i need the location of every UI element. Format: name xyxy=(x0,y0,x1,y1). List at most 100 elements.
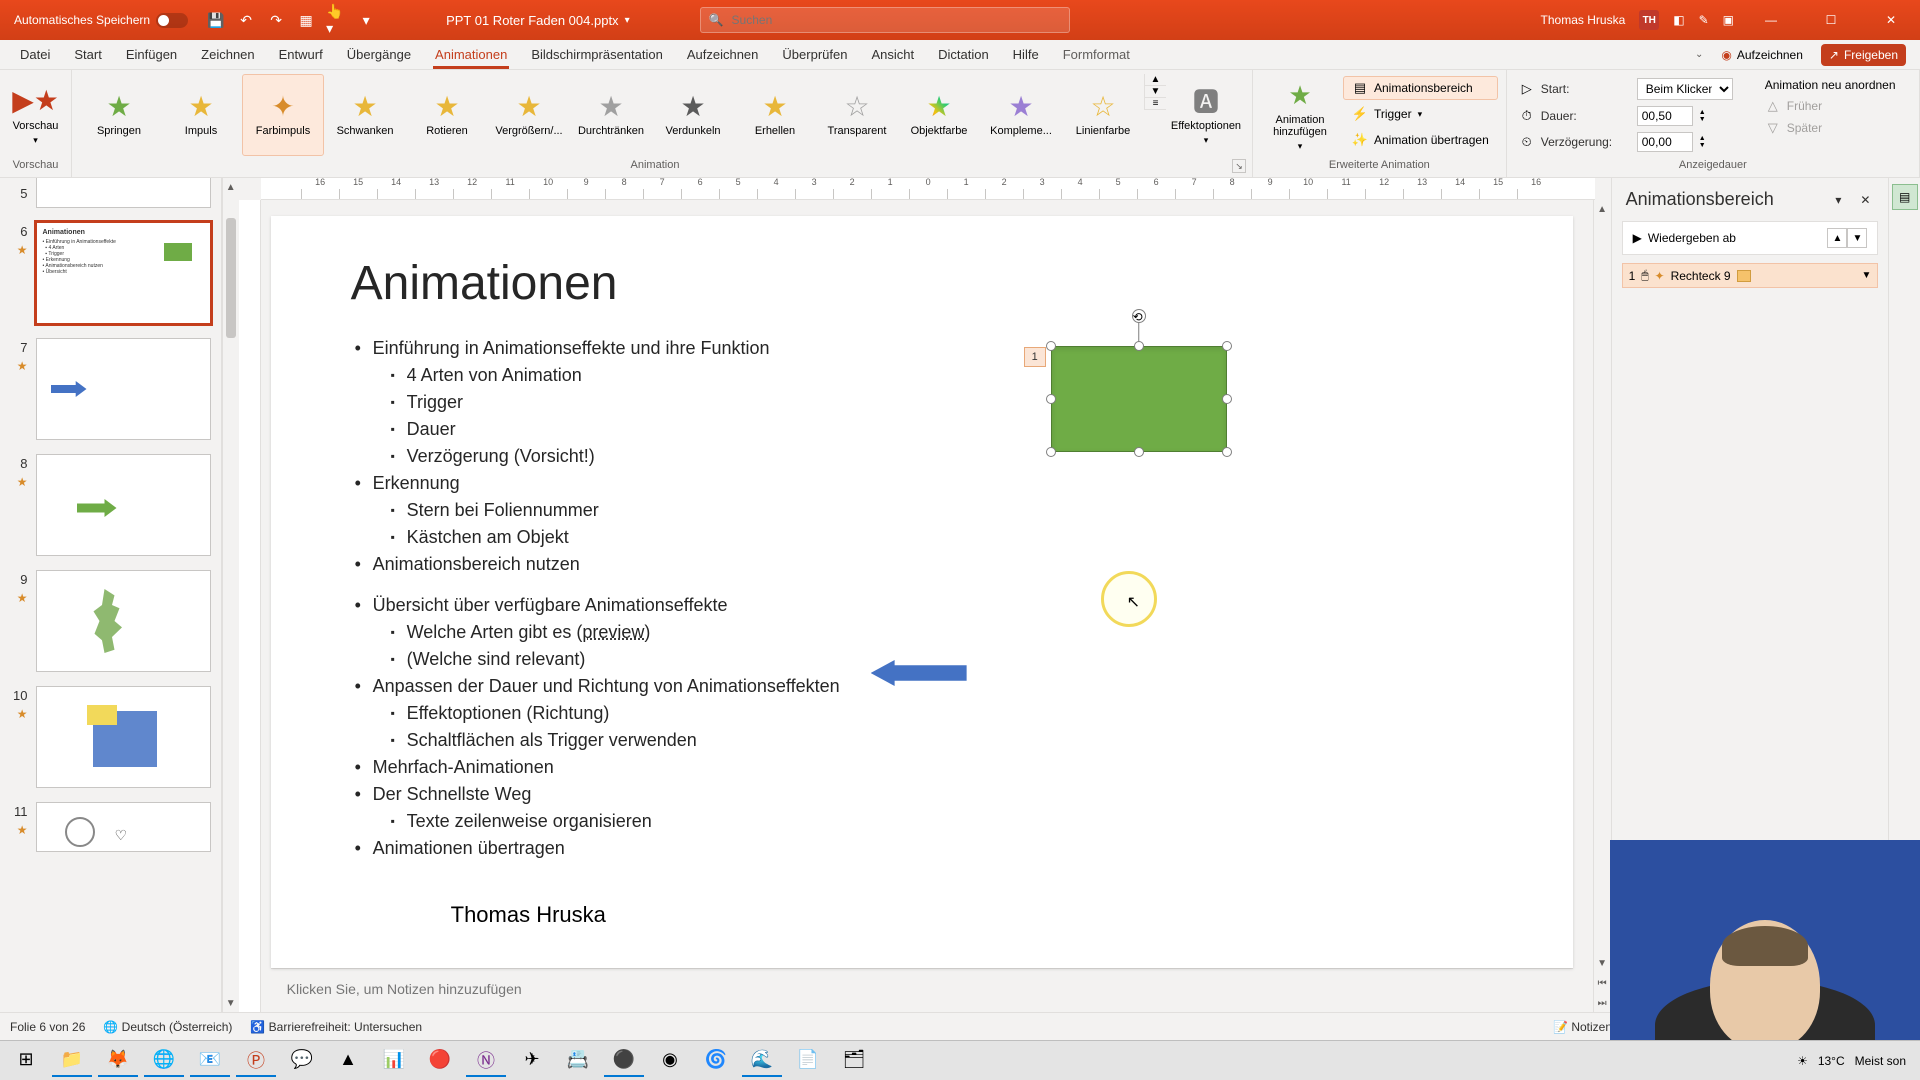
taskbar-app-icon[interactable]: 💬 xyxy=(282,1045,322,1077)
gallery-up-icon[interactable]: ▲ xyxy=(1145,74,1166,86)
slide-content-list[interactable]: Einführung in Animationseffekte und ihre… xyxy=(351,335,1493,578)
tab-zeichnen[interactable]: Zeichnen xyxy=(189,40,266,69)
resize-handle[interactable] xyxy=(1046,394,1056,404)
taskbar-app-icon[interactable]: ◉ xyxy=(650,1045,690,1077)
save-icon[interactable]: 💾 xyxy=(206,10,226,30)
maximize-button[interactable]: ☐ xyxy=(1808,0,1854,40)
thumbnail-8[interactable] xyxy=(36,454,211,556)
tab-formformat[interactable]: Formformat xyxy=(1051,40,1142,69)
slide-thumbnails-panel[interactable]: 5 6★ Animationen • Einführung in Animati… xyxy=(0,178,222,1012)
anim-farbimpuls[interactable]: ✦Farbimpuls xyxy=(242,74,324,156)
thumbnails-scrollbar[interactable]: ▲ ▼ xyxy=(222,178,239,1012)
taskbar-app-icon[interactable]: 🗂 xyxy=(834,1045,874,1077)
slide-counter[interactable]: Folie 6 von 26 xyxy=(10,1020,85,1034)
tab-uebergaenge[interactable]: Übergänge xyxy=(335,40,423,69)
thumbnail-6[interactable]: Animationen • Einführung in Animationsef… xyxy=(36,222,211,324)
resize-handle[interactable] xyxy=(1134,447,1144,457)
animation-order-tag[interactable]: 1 xyxy=(1024,347,1046,367)
present-icon[interactable]: ▦ xyxy=(296,10,316,30)
search-box[interactable]: 🔍 xyxy=(700,7,1070,33)
tab-start[interactable]: Start xyxy=(62,40,113,69)
scroll-down-icon[interactable]: ▼ xyxy=(1594,954,1611,972)
file-explorer-icon[interactable]: 📁 xyxy=(52,1045,92,1077)
edge-icon[interactable]: 🌊 xyxy=(742,1045,782,1077)
thumbnail-10[interactable] xyxy=(36,686,211,788)
thumbnail-5[interactable] xyxy=(36,178,211,208)
share-button[interactable]: ↗Freigeben xyxy=(1821,44,1906,66)
toggle-icon[interactable] xyxy=(156,13,188,28)
thumbnail-9[interactable] xyxy=(36,570,211,672)
spinner-icon[interactable]: ▲▼ xyxy=(1699,135,1706,149)
tab-entwurf[interactable]: Entwurf xyxy=(267,40,335,69)
anim-transparent[interactable]: ☆Transparent xyxy=(816,74,898,156)
slide-title[interactable]: Animationen xyxy=(351,256,1493,311)
notes-pane[interactable]: Klicken Sie, um Notizen hinzuzufügen xyxy=(271,968,1573,1009)
slide-canvas[interactable]: Animationen Einführung in Animationseffe… xyxy=(271,216,1573,968)
tab-hilfe[interactable]: Hilfe xyxy=(1001,40,1051,69)
privacy-icon[interactable]: ◧ xyxy=(1673,13,1684,27)
anim-linienfarbe[interactable]: ☆Linienfarbe xyxy=(1062,74,1144,156)
play-from-button[interactable]: ▶Wiedergeben ab xyxy=(1633,231,1736,245)
telegram-icon[interactable]: ✈ xyxy=(512,1045,552,1077)
spinner-icon[interactable]: ▲▼ xyxy=(1699,109,1706,123)
anim-rotieren[interactable]: ★Rotieren xyxy=(406,74,488,156)
gallery-expand-icon[interactable]: ≡ xyxy=(1145,98,1166,110)
scroll-up-icon[interactable]: ▲ xyxy=(223,178,239,196)
start-menu-icon[interactable]: ⊞ xyxy=(6,1045,46,1077)
editor-scrollbar[interactable]: ▲ ▼ ⏮ ⏭ xyxy=(1593,200,1611,1012)
tab-ansicht[interactable]: Ansicht xyxy=(859,40,926,69)
duration-input[interactable] xyxy=(1637,106,1693,126)
resize-handle[interactable] xyxy=(1222,394,1232,404)
next-slide-icon[interactable]: ⏭ xyxy=(1594,994,1611,1012)
chevron-down-icon[interactable]: ▼ xyxy=(1862,270,1872,281)
taskbar-app-icon[interactable]: 📇 xyxy=(558,1045,598,1077)
thumbnail-7[interactable] xyxy=(36,338,211,440)
scrollbar-thumb[interactable] xyxy=(226,218,236,338)
autosave-toggle[interactable]: Automatisches Speichern xyxy=(6,13,196,28)
gallery-down-icon[interactable]: ▼ xyxy=(1145,86,1166,98)
timing-bar[interactable] xyxy=(1737,270,1751,282)
thumbnail-11[interactable]: ♡ xyxy=(36,802,211,852)
anim-durchtraenken[interactable]: ★Durchtränken xyxy=(570,74,652,156)
ribbon-collapse-icon[interactable]: ⌄ xyxy=(1695,49,1703,60)
resize-handle[interactable] xyxy=(1134,341,1144,351)
undo-icon[interactable]: ↶ xyxy=(236,10,256,30)
trigger-button[interactable]: ⚡Trigger ▾ xyxy=(1343,102,1498,126)
rotation-handle[interactable]: ⟲ xyxy=(1132,309,1146,323)
chrome-icon[interactable]: 🌐 xyxy=(144,1045,184,1077)
pane-close-icon[interactable]: ✕ xyxy=(1854,189,1876,211)
anim-verdunkeln[interactable]: ★Verdunkeln xyxy=(652,74,734,156)
obs-icon[interactable]: ⚫ xyxy=(604,1045,644,1077)
tab-einfuegen[interactable]: Einfügen xyxy=(114,40,189,69)
draw-mode-icon[interactable]: ✎ xyxy=(1699,13,1709,27)
scroll-up-icon[interactable]: ▲ xyxy=(1594,200,1611,218)
effect-options-button[interactable]: 🅰 Effektoptionen ▾ xyxy=(1166,74,1246,156)
accessibility-checker[interactable]: ♿ Barrierefreiheit: Untersuchen xyxy=(250,1020,422,1034)
start-select[interactable]: Beim Klicken xyxy=(1637,78,1733,100)
onenote-icon[interactable]: Ⓝ xyxy=(466,1045,506,1077)
taskbar-app-icon[interactable]: 🔴 xyxy=(420,1045,460,1077)
tab-bildschirmpraesentation[interactable]: Bildschirmpräsentation xyxy=(519,40,675,69)
dialog-launcher-icon[interactable]: ↘ xyxy=(1232,159,1246,173)
touch-mode-icon[interactable]: 👆▾ xyxy=(326,10,346,30)
preview-button[interactable]: ▶★ Vorschau ▾ xyxy=(6,74,65,156)
window-layout-icon[interactable]: ▣ xyxy=(1723,13,1734,27)
rectangle-shape[interactable]: 1 ⟲ xyxy=(1051,346,1227,452)
resize-handle[interactable] xyxy=(1222,447,1232,457)
anim-objektfarbe[interactable]: ★Objektfarbe xyxy=(898,74,980,156)
tab-aufzeichnen[interactable]: Aufzeichnen xyxy=(675,40,771,69)
outlook-icon[interactable]: 📧 xyxy=(190,1045,230,1077)
document-title[interactable]: PPT 01 Roter Faden 004.pptx ▾ xyxy=(446,13,630,28)
qat-overflow-icon[interactable]: ▾ xyxy=(356,10,376,30)
anim-schwanken[interactable]: ★Schwanken xyxy=(324,74,406,156)
close-button[interactable]: ✕ xyxy=(1868,0,1914,40)
move-down-icon[interactable]: ▼ xyxy=(1847,228,1867,248)
user-name-label[interactable]: Thomas Hruska xyxy=(1541,13,1626,27)
side-tab-animations[interactable]: ▤ xyxy=(1892,184,1918,210)
redo-icon[interactable]: ↷ xyxy=(266,10,286,30)
animation-gallery[interactable]: ★Springen ★Impuls ✦Farbimpuls ★Schwanken… xyxy=(78,74,1166,156)
user-avatar[interactable]: TH xyxy=(1639,10,1659,30)
animation-list-item[interactable]: 1 🖱 ✦ Rechteck 9 ▼ xyxy=(1622,263,1879,288)
author-text[interactable]: Thomas Hruska xyxy=(351,902,1493,928)
animation-pane-toggle[interactable]: ▤Animationsbereich xyxy=(1343,76,1498,100)
